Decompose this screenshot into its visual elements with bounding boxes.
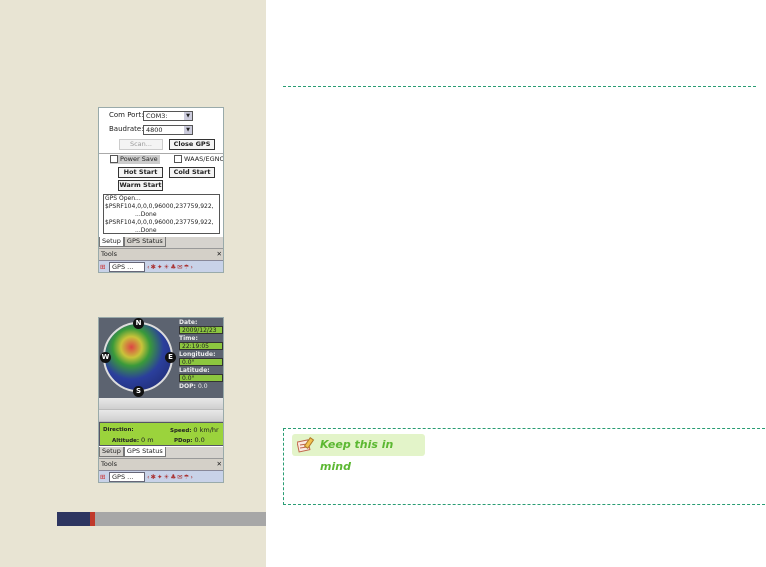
latitude-label: Latitude:: [179, 367, 210, 374]
menu-bar: Tools ✕: [99, 248, 223, 260]
keep-in-mind-box: Keep this in mind: [283, 428, 765, 505]
notepad-pencil-icon: [297, 437, 315, 453]
date-value: 2009/12/23: [179, 326, 223, 334]
divider: [99, 153, 223, 154]
system-tray-icons: ‹✱✦☀♣✉☂›: [147, 263, 195, 271]
com-port-select[interactable]: COM3: ▼: [143, 111, 193, 121]
time-label: Time:: [179, 335, 198, 342]
compass-north: N: [133, 318, 144, 329]
com-port-value: COM3:: [146, 112, 168, 120]
compass-south: S: [133, 386, 144, 397]
tab-setup[interactable]: Setup: [99, 237, 124, 247]
power-save-label: Power Save: [120, 155, 158, 163]
compass-west: W: [100, 352, 111, 363]
waas-checkbox[interactable]: WAAS/EGNOS: [174, 155, 223, 164]
speed-value: 0 km/hr: [193, 426, 219, 434]
longitude-value: 0.0°: [179, 358, 223, 366]
altitude-value: 0 m: [141, 436, 154, 444]
gps-status-screenshot: N E S W Date: 2009/12/23 Time: 22:19:05 …: [98, 317, 224, 483]
direction-label: Direction:: [103, 427, 134, 433]
gps-task-button[interactable]: GPS ...: [109, 262, 145, 272]
log-line: GPS Open...: [105, 195, 141, 202]
close-gps-button[interactable]: Close GPS: [169, 139, 215, 150]
altitude-label: Altitude:: [112, 438, 140, 444]
power-save-checkbox[interactable]: Power Save: [110, 155, 160, 164]
page-footer-bar: [95, 512, 266, 526]
tools-menu[interactable]: Tools: [101, 250, 117, 258]
compass-east: E: [165, 352, 176, 363]
gps-log-textarea[interactable]: GPS Open... $PSRF104,0,0,0,96000,237759,…: [103, 194, 220, 234]
com-port-label: Com Port:: [109, 111, 144, 119]
dop-label: DOP:: [179, 383, 196, 390]
compass-panel: N E S W: [99, 318, 177, 398]
baudrate-value: 4800: [146, 126, 163, 134]
warm-start-button[interactable]: Warm Start: [118, 180, 163, 191]
close-icon[interactable]: ✕: [217, 249, 222, 260]
baudrate-label: Baudrate:: [109, 125, 144, 133]
waas-label: WAAS/EGNOS: [184, 155, 223, 163]
note-header: Keep this in mind: [292, 434, 425, 473]
scan-button[interactable]: Scan...: [119, 139, 163, 150]
speed-label: Speed:: [170, 428, 192, 434]
dop-value: 0.0: [197, 383, 208, 390]
section-divider: [283, 86, 756, 87]
globe-map: [103, 322, 173, 392]
tab-gps-status[interactable]: GPS Status: [123, 447, 166, 457]
pdop-label: PDop:: [174, 438, 193, 444]
latitude-value: 0.0°: [179, 374, 223, 382]
start-icon[interactable]: ⊞: [100, 261, 105, 272]
hot-start-button[interactable]: Hot Start: [118, 167, 163, 178]
tab-gps-status[interactable]: GPS Status: [123, 237, 166, 247]
signal-bar: [99, 410, 223, 422]
start-icon[interactable]: ⊞: [100, 471, 105, 482]
navigation-panel: Direction: Speed: 0 km/hr Altitude: 0 m …: [99, 422, 223, 446]
close-icon[interactable]: ✕: [217, 459, 222, 470]
longitude-label: Longitude:: [179, 351, 216, 358]
time-value: 22:19:05: [179, 342, 223, 350]
signal-bar: [99, 398, 223, 410]
log-line: ...Done: [135, 211, 157, 218]
pdop-value: 0.0: [194, 436, 205, 444]
tab-setup[interactable]: Setup: [99, 447, 124, 457]
gps-setup-screenshot: Com Port: COM3: ▼ Baudrate: 4800 ▼ Scan...…: [98, 107, 224, 273]
cold-start-button[interactable]: Cold Start: [169, 167, 215, 178]
date-label: Date:: [179, 319, 198, 326]
note-title: Keep this in mind: [320, 438, 394, 473]
tools-menu[interactable]: Tools: [101, 460, 117, 468]
tab-bar: Setup GPS Status: [99, 447, 223, 458]
baudrate-select[interactable]: 4800 ▼: [143, 125, 193, 135]
log-line: $PSRF104,0,0,0,96000,237759,922,: [105, 203, 214, 210]
page-footer-block: [57, 512, 90, 526]
tab-bar: Setup GPS Status: [99, 237, 223, 248]
chevron-down-icon: ▼: [184, 126, 192, 134]
taskbar: ⊞ GPS ... ‹✱✦☀♣✉☂›: [99, 260, 223, 272]
chevron-down-icon: ▼: [184, 112, 192, 120]
taskbar: ⊞ GPS ... ‹✱✦☀♣✉☂›: [99, 470, 223, 482]
log-line: ...Done: [135, 227, 157, 234]
menu-bar: Tools ✕: [99, 458, 223, 470]
gps-info-panel: Date: 2009/12/23 Time: 22:19:05 Longitud…: [177, 318, 223, 398]
system-tray-icons: ‹✱✦☀♣✉☂›: [147, 473, 195, 481]
log-line: $PSRF104,0,0,0,96000,237759,922,: [105, 219, 214, 226]
gps-task-button[interactable]: GPS ...: [109, 472, 145, 482]
